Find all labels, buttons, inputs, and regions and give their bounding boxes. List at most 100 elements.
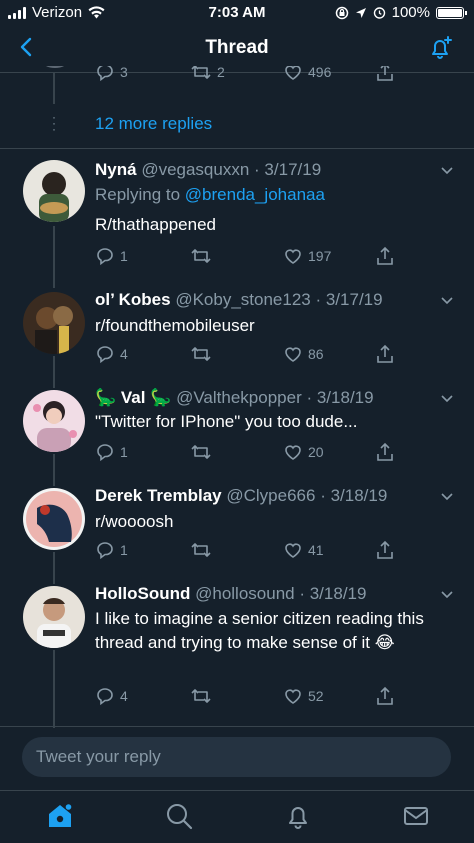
avatar[interactable]: [23, 586, 85, 648]
home-icon[interactable]: [45, 801, 75, 831]
reply-composer[interactable]: [22, 737, 451, 777]
reply-icon: [97, 346, 113, 364]
status-right-group: 100%: [335, 4, 467, 21]
tweet-card[interactable]: HolloSound @hollosound · 3/18/19 I like …: [0, 584, 474, 714]
reply-icon: [97, 66, 113, 82]
thread-line: [53, 650, 55, 728]
tweet-header: 🦕 Val 🦕 @Valthekpopper · 3/18/19: [95, 388, 434, 408]
notification-add-icon[interactable]: [426, 34, 454, 62]
tweet-date: · 3/18/19: [306, 388, 374, 407]
chevron-down-icon[interactable]: [440, 164, 454, 178]
chevron-down-icon[interactable]: [440, 490, 454, 504]
like-action[interactable]: 52: [283, 686, 324, 706]
search-icon[interactable]: [164, 801, 194, 831]
like-action[interactable]: 41: [283, 540, 324, 560]
retweet-action[interactable]: 2: [190, 66, 225, 82]
share-action[interactable]: [375, 540, 395, 560]
avatar[interactable]: [23, 292, 85, 354]
alarm-icon: [373, 7, 385, 19]
tweet-date: · 3/17/19: [315, 290, 383, 309]
status-bar: Verizon 7:03 AM 100%: [0, 0, 474, 26]
like-action[interactable]: 86: [283, 344, 324, 364]
replying-mention[interactable]: @brenda_johanaa: [185, 185, 325, 204]
share-action[interactable]: [375, 686, 395, 706]
share-action[interactable]: [375, 246, 395, 266]
retweet-action[interactable]: [190, 686, 217, 706]
share-icon: [377, 246, 393, 265]
avatar[interactable]: [23, 390, 85, 452]
tweet-actions: 4 86: [95, 344, 405, 366]
share-action[interactable]: [375, 66, 395, 82]
like-count: 197: [308, 248, 332, 264]
reply-action[interactable]: 1: [95, 540, 128, 560]
reply-action[interactable]: 4: [95, 686, 128, 706]
like-count: 41: [308, 542, 324, 558]
page-title: Thread: [205, 37, 269, 58]
bottom-tab-bar: [0, 790, 474, 843]
share-action[interactable]: [375, 344, 395, 364]
avatar[interactable]: [23, 160, 85, 222]
tweet-card[interactable]: Nyná @vegasquxxn · 3/17/19 Replying to @…: [0, 160, 474, 280]
display-name[interactable]: Derek Tremblay: [95, 486, 222, 505]
like-action[interactable]: 20: [283, 442, 324, 462]
reply-input[interactable]: [22, 737, 430, 777]
retweet-icon: [191, 347, 211, 361]
retweet-action[interactable]: [190, 246, 217, 266]
reply-action[interactable]: 1: [95, 442, 128, 462]
avatar-image: [23, 390, 85, 452]
heart-icon: [285, 66, 301, 80]
tweet-card[interactable]: ol’ Kobes @Koby_stone123 · 3/17/19 r/fou…: [0, 290, 474, 380]
reply-action[interactable]: 1: [95, 246, 128, 266]
reply-action[interactable]: 4: [95, 344, 128, 364]
retweet-action[interactable]: [190, 540, 217, 560]
tweet-date: · 3/18/19: [320, 486, 388, 505]
more-replies-link[interactable]: 12 more replies: [95, 114, 212, 134]
avatar[interactable]: [23, 488, 85, 550]
handle[interactable]: @vegasquxxn: [141, 160, 249, 179]
display-name[interactable]: Nyná: [95, 160, 137, 179]
reply-count: 4: [120, 346, 128, 362]
bell-icon[interactable]: [283, 801, 313, 831]
handle[interactable]: @Clype666: [226, 486, 315, 505]
avatar-image: [23, 488, 85, 550]
tweet-actions: 4 52: [95, 686, 405, 708]
chevron-down-icon[interactable]: [440, 294, 454, 308]
tweet-card[interactable]: Derek Tremblay @Clype666 · 3/18/19 r/woo…: [0, 486, 474, 578]
reply-icon: [97, 444, 113, 462]
tweet-text: r/foundthemobileuser: [95, 316, 255, 335]
handle[interactable]: @hollosound: [195, 584, 295, 603]
display-name[interactable]: ol’ Kobes: [95, 290, 171, 309]
chevron-down-icon[interactable]: [440, 588, 454, 602]
retweet-action[interactable]: [190, 344, 217, 364]
thread-line: [53, 356, 55, 388]
like-action[interactable]: 197: [283, 246, 331, 266]
share-icon: [377, 686, 393, 705]
like-count: 20: [308, 444, 324, 460]
tweet-date: · 3/18/19: [299, 584, 367, 603]
battery-icon: [436, 6, 467, 19]
tweet-date: · 3/17/19: [254, 160, 322, 179]
tweet-header: ol’ Kobes @Koby_stone123 · 3/17/19: [95, 290, 434, 310]
like-action[interactable]: 496: [283, 66, 331, 82]
thread-line: [53, 226, 55, 288]
reply-count: 3: [120, 66, 128, 80]
tweet-card[interactable]: 🦕 Val 🦕 @Valthekpopper · 3/18/19 "Twitte…: [0, 388, 474, 480]
handle[interactable]: @Koby_stone123: [175, 290, 310, 309]
battery-percent: 100%: [391, 4, 430, 21]
share-icon: [377, 66, 393, 81]
reply-count: 1: [120, 248, 128, 264]
handle[interactable]: @Valthekpopper: [176, 388, 302, 407]
chevron-down-icon[interactable]: [440, 392, 454, 406]
avatar-image: [23, 586, 85, 648]
heart-icon: [285, 445, 301, 460]
thread-line: [53, 454, 55, 486]
more-replies-row[interactable]: · · · 12 more replies: [0, 104, 474, 149]
retweet-icon: [191, 445, 211, 459]
mail-icon[interactable]: [401, 801, 431, 831]
retweet-icon: [191, 66, 211, 79]
reply-action[interactable]: 3: [95, 66, 128, 82]
share-action[interactable]: [375, 442, 395, 462]
display-name[interactable]: 🦕 Val 🦕: [95, 388, 171, 407]
retweet-action[interactable]: [190, 442, 217, 462]
display-name[interactable]: HolloSound: [95, 584, 190, 603]
